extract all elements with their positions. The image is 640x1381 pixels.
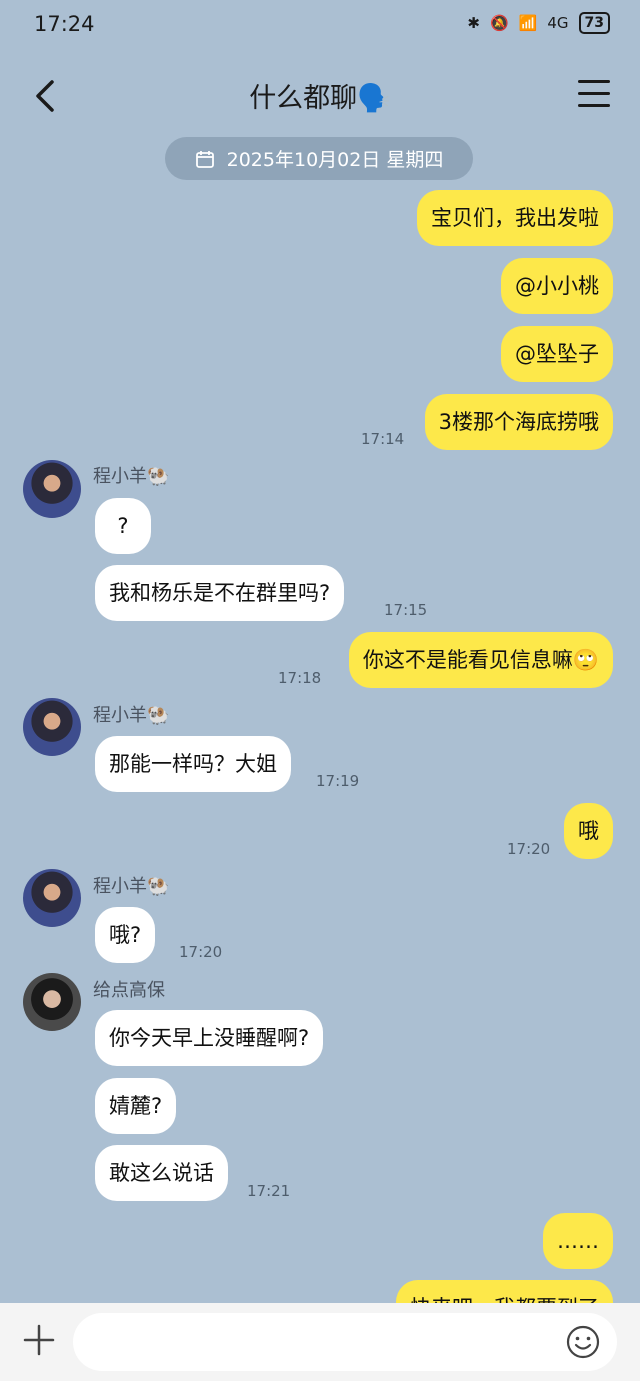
sender-name: 给点高保	[93, 980, 165, 1001]
message-bubble-out[interactable]: ……	[543, 1213, 613, 1269]
chat-title: 什么都聊🗣️	[0, 76, 640, 115]
message-bubble-out[interactable]: 你这不是能看见信息嘛🙄	[348, 632, 613, 688]
message-bubble-in[interactable]: 哦?	[95, 907, 156, 963]
avatar-chengxiaoyang[interactable]	[23, 460, 81, 518]
bluetooth-icon: ✱	[467, 14, 480, 32]
wifi-icon: 📶	[518, 14, 538, 32]
message-timestamp: 17:18	[278, 669, 322, 687]
message-input[interactable]	[73, 1313, 617, 1371]
message-bubble-in[interactable]: ?	[95, 498, 151, 554]
message-bubble-in[interactable]: 敢这么说话	[95, 1145, 228, 1201]
message-timestamp: 17:19	[316, 772, 360, 790]
message-timestamp: 17:20	[179, 943, 223, 961]
mute-icon: 🔕	[489, 14, 509, 32]
chat-title-text: 什么都聊	[249, 83, 358, 114]
plus-icon[interactable]	[22, 1323, 56, 1357]
network-label: 4G	[547, 14, 569, 32]
message-bubble-in[interactable]: 你今天早上没睡醒啊?	[95, 1010, 324, 1066]
message-bubble-in[interactable]: 我和杨乐是不在群里吗?	[95, 565, 345, 621]
message-timestamp: 17:15	[384, 601, 428, 619]
message-bubble-out[interactable]: @坠坠子	[501, 326, 613, 382]
message-bubble-in[interactable]: 婧麓?	[95, 1078, 177, 1134]
sender-name: 程小羊🐏	[93, 876, 170, 897]
message-bubble-out[interactable]: 哦	[564, 803, 613, 859]
menu-icon[interactable]	[578, 80, 610, 110]
message-timestamp: 17:20	[507, 840, 551, 858]
sender-name: 程小羊🐏	[93, 466, 170, 487]
avatar-geidiangaobao[interactable]	[23, 973, 81, 1031]
battery-icon: 73	[578, 12, 610, 34]
message-timestamp: 17:21	[247, 1182, 291, 1200]
speaking-head-icon: 🗣️	[357, 83, 391, 114]
message-bubble-out[interactable]: 宝贝们，我出发啦	[417, 190, 613, 246]
avatar-chengxiaoyang[interactable]	[23, 869, 81, 927]
calendar-icon	[195, 150, 214, 168]
message-bubble-out[interactable]: @小小桃	[501, 258, 613, 314]
sender-name: 程小羊🐏	[93, 705, 170, 726]
message-timestamp: 17:14	[361, 430, 405, 448]
smile-icon[interactable]	[566, 1325, 600, 1359]
message-bubble-out[interactable]: 3楼那个海底捞哦	[424, 394, 613, 450]
date-divider-text: 2025年10月02日 星期四	[226, 149, 444, 171]
status-time: 17:24	[34, 12, 95, 36]
avatar-chengxiaoyang[interactable]	[23, 698, 81, 756]
date-divider: 2025年10月02日 星期四	[165, 137, 473, 180]
status-icons: ✱ 🔕 📶 4G 73	[467, 12, 610, 34]
message-bubble-in[interactable]: 那能一样吗？大姐	[95, 736, 291, 792]
